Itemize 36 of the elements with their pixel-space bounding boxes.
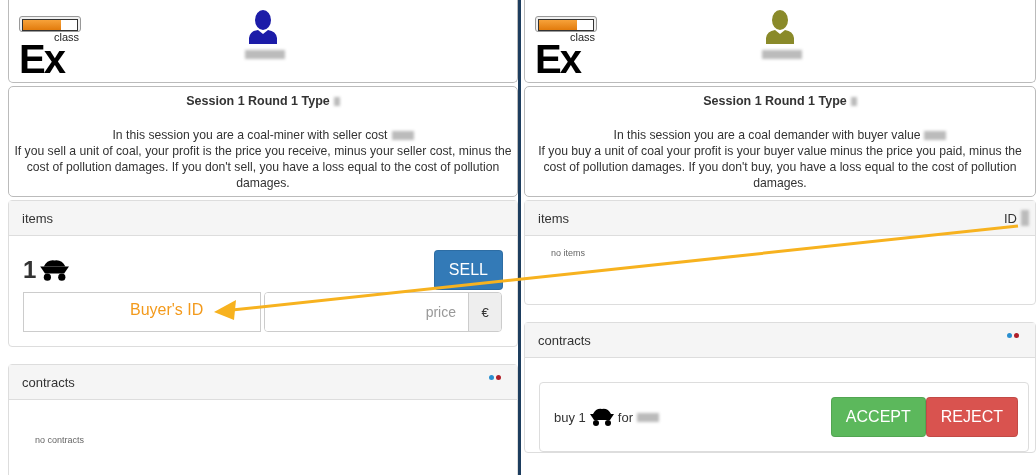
session-intro: In this session you are a coal demander with buyer value bbox=[613, 128, 921, 142]
session-description: If you sell a unit of coal, your profit is the price you receive, minus your seller cost, minus the cost of pollution damages. If you don't sell, you have a loss equal to the cost of pollution damages. bbox=[13, 143, 513, 191]
session-description: If you buy a unit of coal your profit is your buyer value minus the price you paid, minus the cost of pollution damages. If you don't buy, you have a loss equal to the cost of pollution damages. bbox=[537, 143, 1023, 191]
reject-button[interactable]: REJECT bbox=[925, 397, 1018, 437]
panel-title: contracts bbox=[22, 374, 75, 390]
blurred-value bbox=[924, 131, 947, 141]
blurred-value bbox=[762, 50, 802, 59]
logo-text: Ex bbox=[19, 43, 64, 75]
blurred-value bbox=[245, 50, 285, 59]
contract-quantity: buy 1 bbox=[554, 409, 586, 425]
contract-for: for bbox=[617, 409, 633, 425]
id-label: ID bbox=[1004, 210, 1017, 226]
item-count: 1 bbox=[23, 256, 37, 284]
coal-cart-icon bbox=[588, 407, 615, 427]
session-title: Session 1 Round 1 Type bbox=[703, 94, 847, 108]
sell-button[interactable]: SELL bbox=[433, 250, 503, 290]
panel-title: items bbox=[538, 210, 570, 226]
currency-addon: € bbox=[468, 293, 501, 331]
empty-message: no items bbox=[550, 248, 586, 258]
blurred-value bbox=[850, 97, 857, 107]
empty-message: no contracts bbox=[34, 435, 86, 445]
panel-title: contracts bbox=[538, 332, 591, 348]
blurred-value bbox=[637, 412, 659, 422]
blurred-value bbox=[1021, 210, 1029, 226]
logo-subtext: class bbox=[569, 32, 595, 43]
price-field[interactable]: price € bbox=[264, 292, 502, 332]
blurred-value bbox=[333, 97, 340, 107]
session-title: Session 1 Round 1 Type bbox=[186, 94, 330, 108]
logo-text: Ex bbox=[535, 43, 580, 75]
annotation-label: Buyer's ID bbox=[130, 301, 204, 319]
blurred-value bbox=[391, 131, 414, 141]
session-intro: In this session you are a coal-miner with seller cost bbox=[112, 128, 388, 142]
panel-title: items bbox=[22, 210, 54, 226]
logo-subtext: class bbox=[53, 32, 79, 43]
coal-cart-icon bbox=[39, 258, 71, 282]
accept-button[interactable]: ACCEPT bbox=[830, 397, 926, 437]
